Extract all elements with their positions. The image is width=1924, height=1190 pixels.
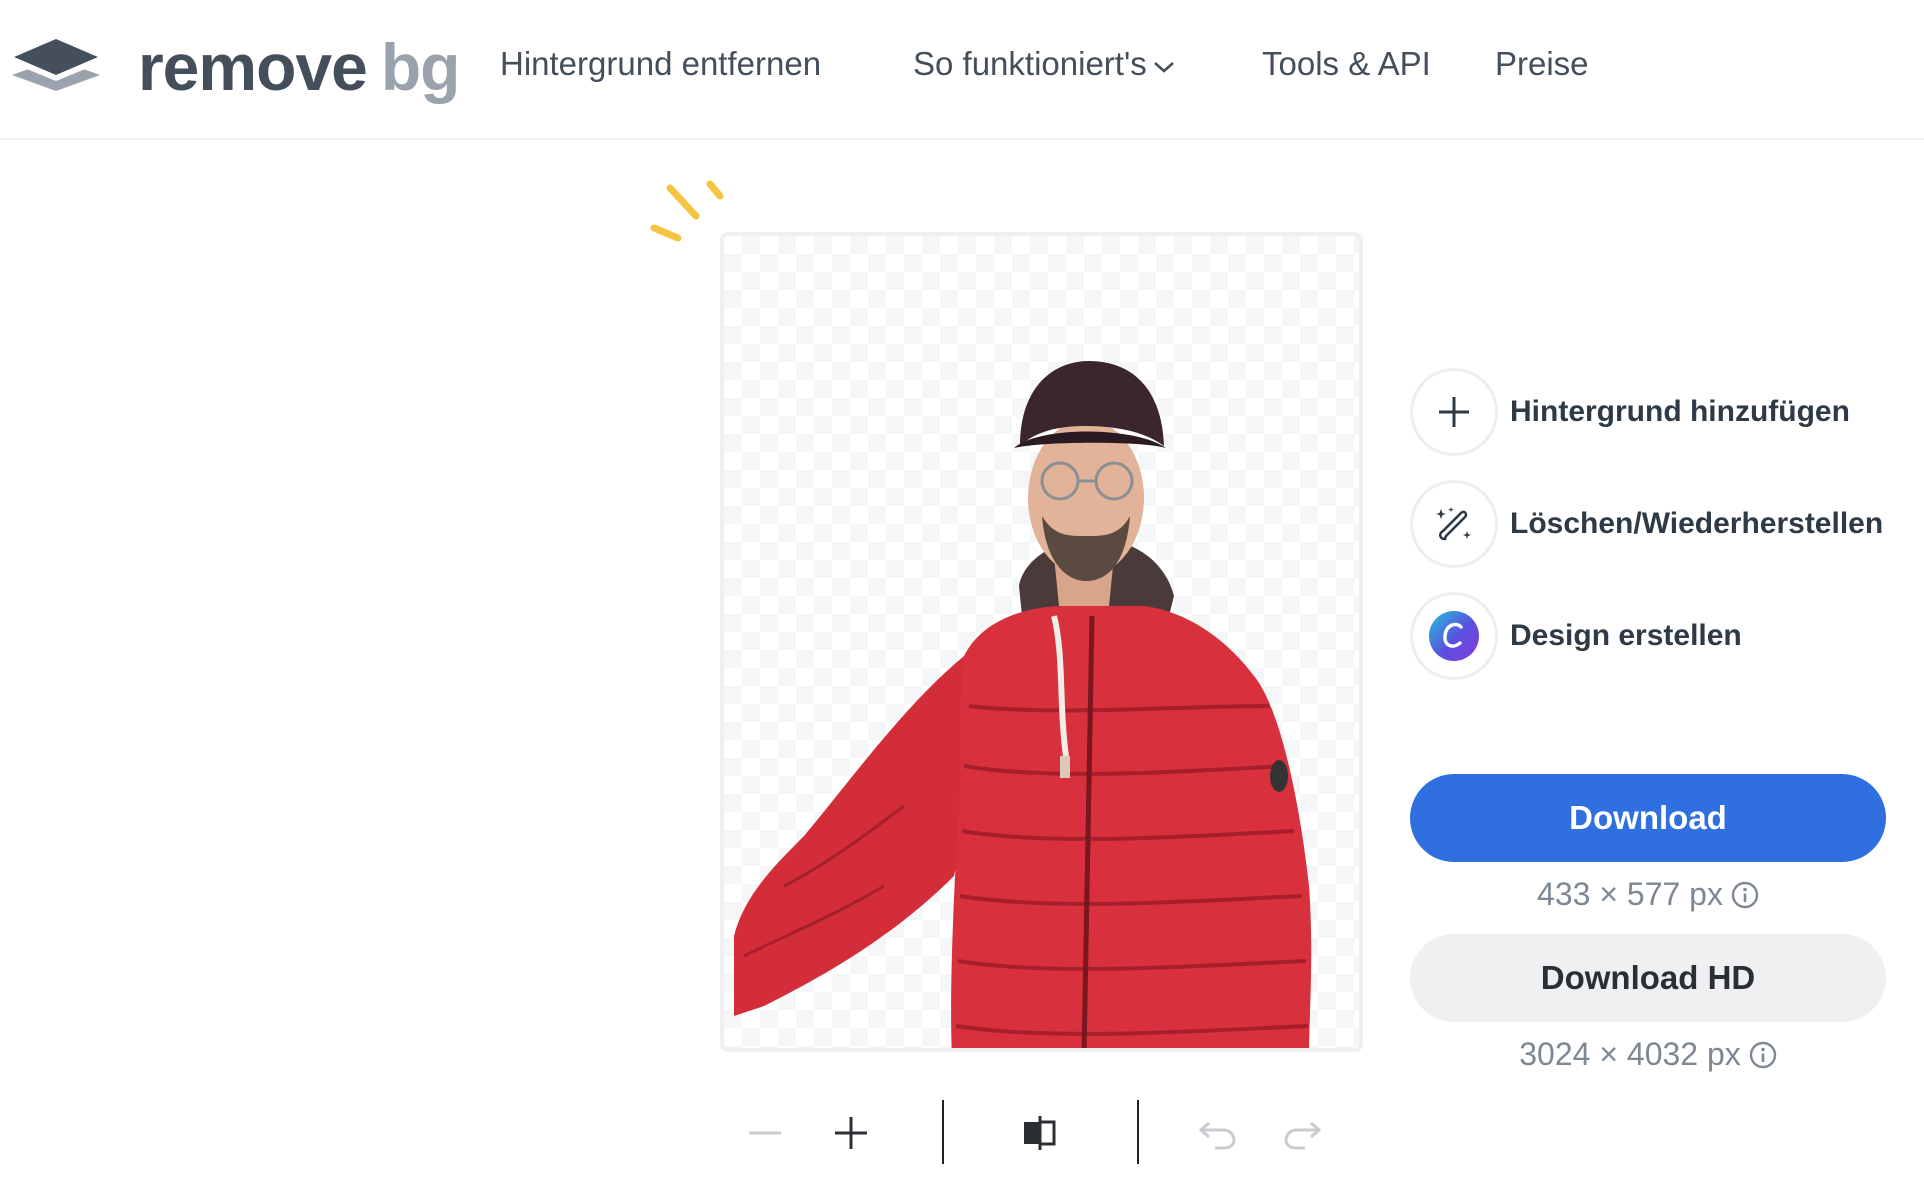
download-size-info: 433 × 577 px bbox=[1410, 876, 1886, 913]
plus-icon bbox=[1439, 397, 1469, 427]
nav-label: So funktioniert's bbox=[913, 45, 1147, 82]
zoom-out-icon bbox=[749, 1131, 781, 1135]
toolbar-divider bbox=[942, 1100, 944, 1164]
brand-name-bg: bg bbox=[380, 30, 461, 104]
brand-logo[interactable]: remove bg bbox=[12, 34, 460, 100]
zoom-out-button[interactable] bbox=[740, 1108, 790, 1158]
brand-name-remove: remove bbox=[138, 30, 368, 104]
image-preview[interactable] bbox=[720, 232, 1363, 1052]
toolbar-divider bbox=[1137, 1100, 1139, 1164]
nav-item-remove-background[interactable]: Hintergrund entfernen bbox=[500, 45, 821, 83]
download-size-text: 433 × 577 px bbox=[1537, 876, 1723, 912]
nav-item-how-it-works[interactable]: So funktioniert's bbox=[913, 45, 1175, 83]
action-label: Hintergrund hinzufügen bbox=[1510, 395, 1850, 428]
create-design-button[interactable]: Design erstellen bbox=[1410, 592, 1742, 680]
info-icon[interactable] bbox=[1749, 1041, 1777, 1069]
download-hd-size-info: 3024 × 4032 px bbox=[1410, 1036, 1886, 1073]
nav-label: Preise bbox=[1495, 45, 1589, 82]
layers-logo-icon bbox=[12, 39, 100, 91]
action-icon-circle bbox=[1410, 480, 1498, 568]
canva-icon bbox=[1429, 611, 1479, 661]
compare-button[interactable] bbox=[1015, 1108, 1065, 1158]
action-label: Löschen/Wiederherstellen bbox=[1510, 507, 1884, 540]
nav-label: Tools & API bbox=[1262, 45, 1431, 82]
action-icon-circle bbox=[1410, 592, 1498, 680]
info-icon[interactable] bbox=[1731, 881, 1759, 909]
compare-icon bbox=[1024, 1116, 1056, 1150]
undo-icon bbox=[1198, 1121, 1236, 1150]
redo-button[interactable] bbox=[1278, 1108, 1328, 1158]
download-hd-size-text: 3024 × 4032 px bbox=[1519, 1036, 1741, 1072]
nav-item-pricing[interactable]: Preise bbox=[1495, 45, 1589, 83]
sparkle-decoration-icon bbox=[650, 180, 724, 242]
action-label: Design erstellen bbox=[1510, 619, 1742, 652]
undo-button[interactable] bbox=[1192, 1108, 1242, 1158]
zoom-in-button[interactable] bbox=[826, 1108, 876, 1158]
top-header: remove bg Hintergrund entfernen So funkti… bbox=[0, 0, 1924, 140]
erase-restore-button[interactable]: Löschen/Wiederherstellen bbox=[1410, 480, 1883, 568]
action-icon-circle bbox=[1410, 368, 1498, 456]
nav-item-tools-api[interactable]: Tools & API bbox=[1262, 45, 1431, 83]
editor-toolbar bbox=[0, 1090, 1924, 1170]
redo-icon bbox=[1284, 1121, 1322, 1150]
nav-label: Hintergrund entfernen bbox=[500, 45, 822, 82]
zoom-in-icon bbox=[835, 1117, 867, 1149]
chevron-down-icon bbox=[1153, 62, 1174, 73]
magic-brush-icon bbox=[1436, 507, 1471, 541]
brand-wordmark: remove bg bbox=[138, 34, 460, 100]
add-background-button[interactable]: Hintergrund hinzufügen bbox=[1410, 368, 1850, 456]
download-button[interactable]: Download bbox=[1410, 774, 1886, 862]
download-hd-button[interactable]: Download HD bbox=[1410, 934, 1886, 1022]
person-cutout-image bbox=[734, 361, 1312, 1048]
